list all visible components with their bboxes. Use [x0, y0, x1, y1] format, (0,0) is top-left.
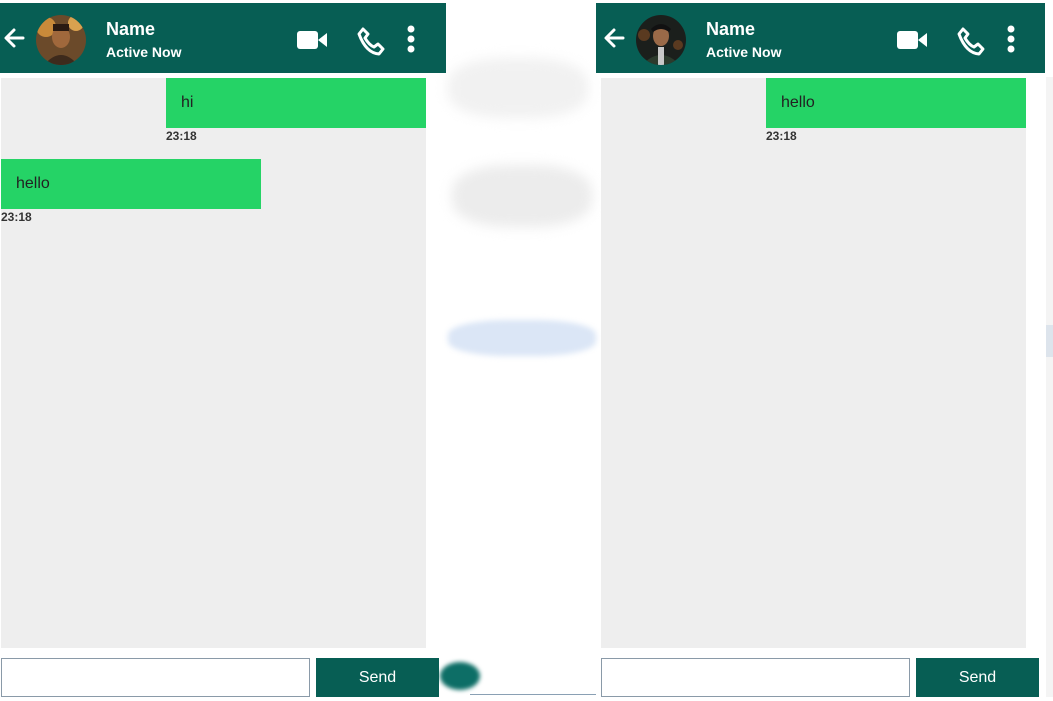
avatar[interactable]	[36, 15, 86, 65]
message-list[interactable]: hi 23:18 hello 23:18	[1, 78, 426, 648]
contact-name: Name	[706, 19, 756, 39]
message-timestamp: 23:18	[766, 129, 797, 143]
back-arrow-icon[interactable]	[603, 25, 625, 51]
chat-header: Name Active Now	[596, 3, 1045, 73]
message-list[interactable]: hello 23:18	[601, 78, 1026, 648]
send-button[interactable]: Send	[916, 658, 1039, 697]
send-button[interactable]: Send	[316, 658, 439, 697]
scrollbar[interactable]	[1046, 77, 1053, 697]
message-bubble-received: hello	[1, 159, 261, 209]
back-arrow-icon[interactable]	[3, 25, 25, 51]
message-input[interactable]	[1, 658, 310, 697]
video-call-icon[interactable]	[296, 28, 328, 52]
contact-status: Active Now	[106, 44, 182, 60]
phone-icon[interactable]	[956, 26, 986, 56]
message-bubble-sent: hello	[766, 78, 1026, 128]
message-input[interactable]	[601, 658, 910, 697]
chat-window-right: Name Active Now hello 23:18 Send	[596, 0, 1053, 701]
scrollbar-thumb[interactable]	[1046, 325, 1053, 357]
message-timestamp: 23:18	[166, 129, 197, 143]
chat-header: Name Active Now	[0, 3, 446, 73]
more-vert-icon[interactable]	[402, 25, 420, 55]
contact-status: Active Now	[706, 44, 782, 60]
contact-name: Name	[106, 19, 156, 39]
chat-window-left: Name Active Now hi 23:18 hello 23:18 Sen…	[0, 0, 446, 701]
message-bubble-sent: hi	[166, 78, 426, 128]
avatar[interactable]	[636, 15, 686, 65]
more-vert-icon[interactable]	[1002, 25, 1020, 55]
phone-icon[interactable]	[356, 26, 386, 56]
message-timestamp: 23:18	[1, 210, 32, 224]
video-call-icon[interactable]	[896, 28, 928, 52]
